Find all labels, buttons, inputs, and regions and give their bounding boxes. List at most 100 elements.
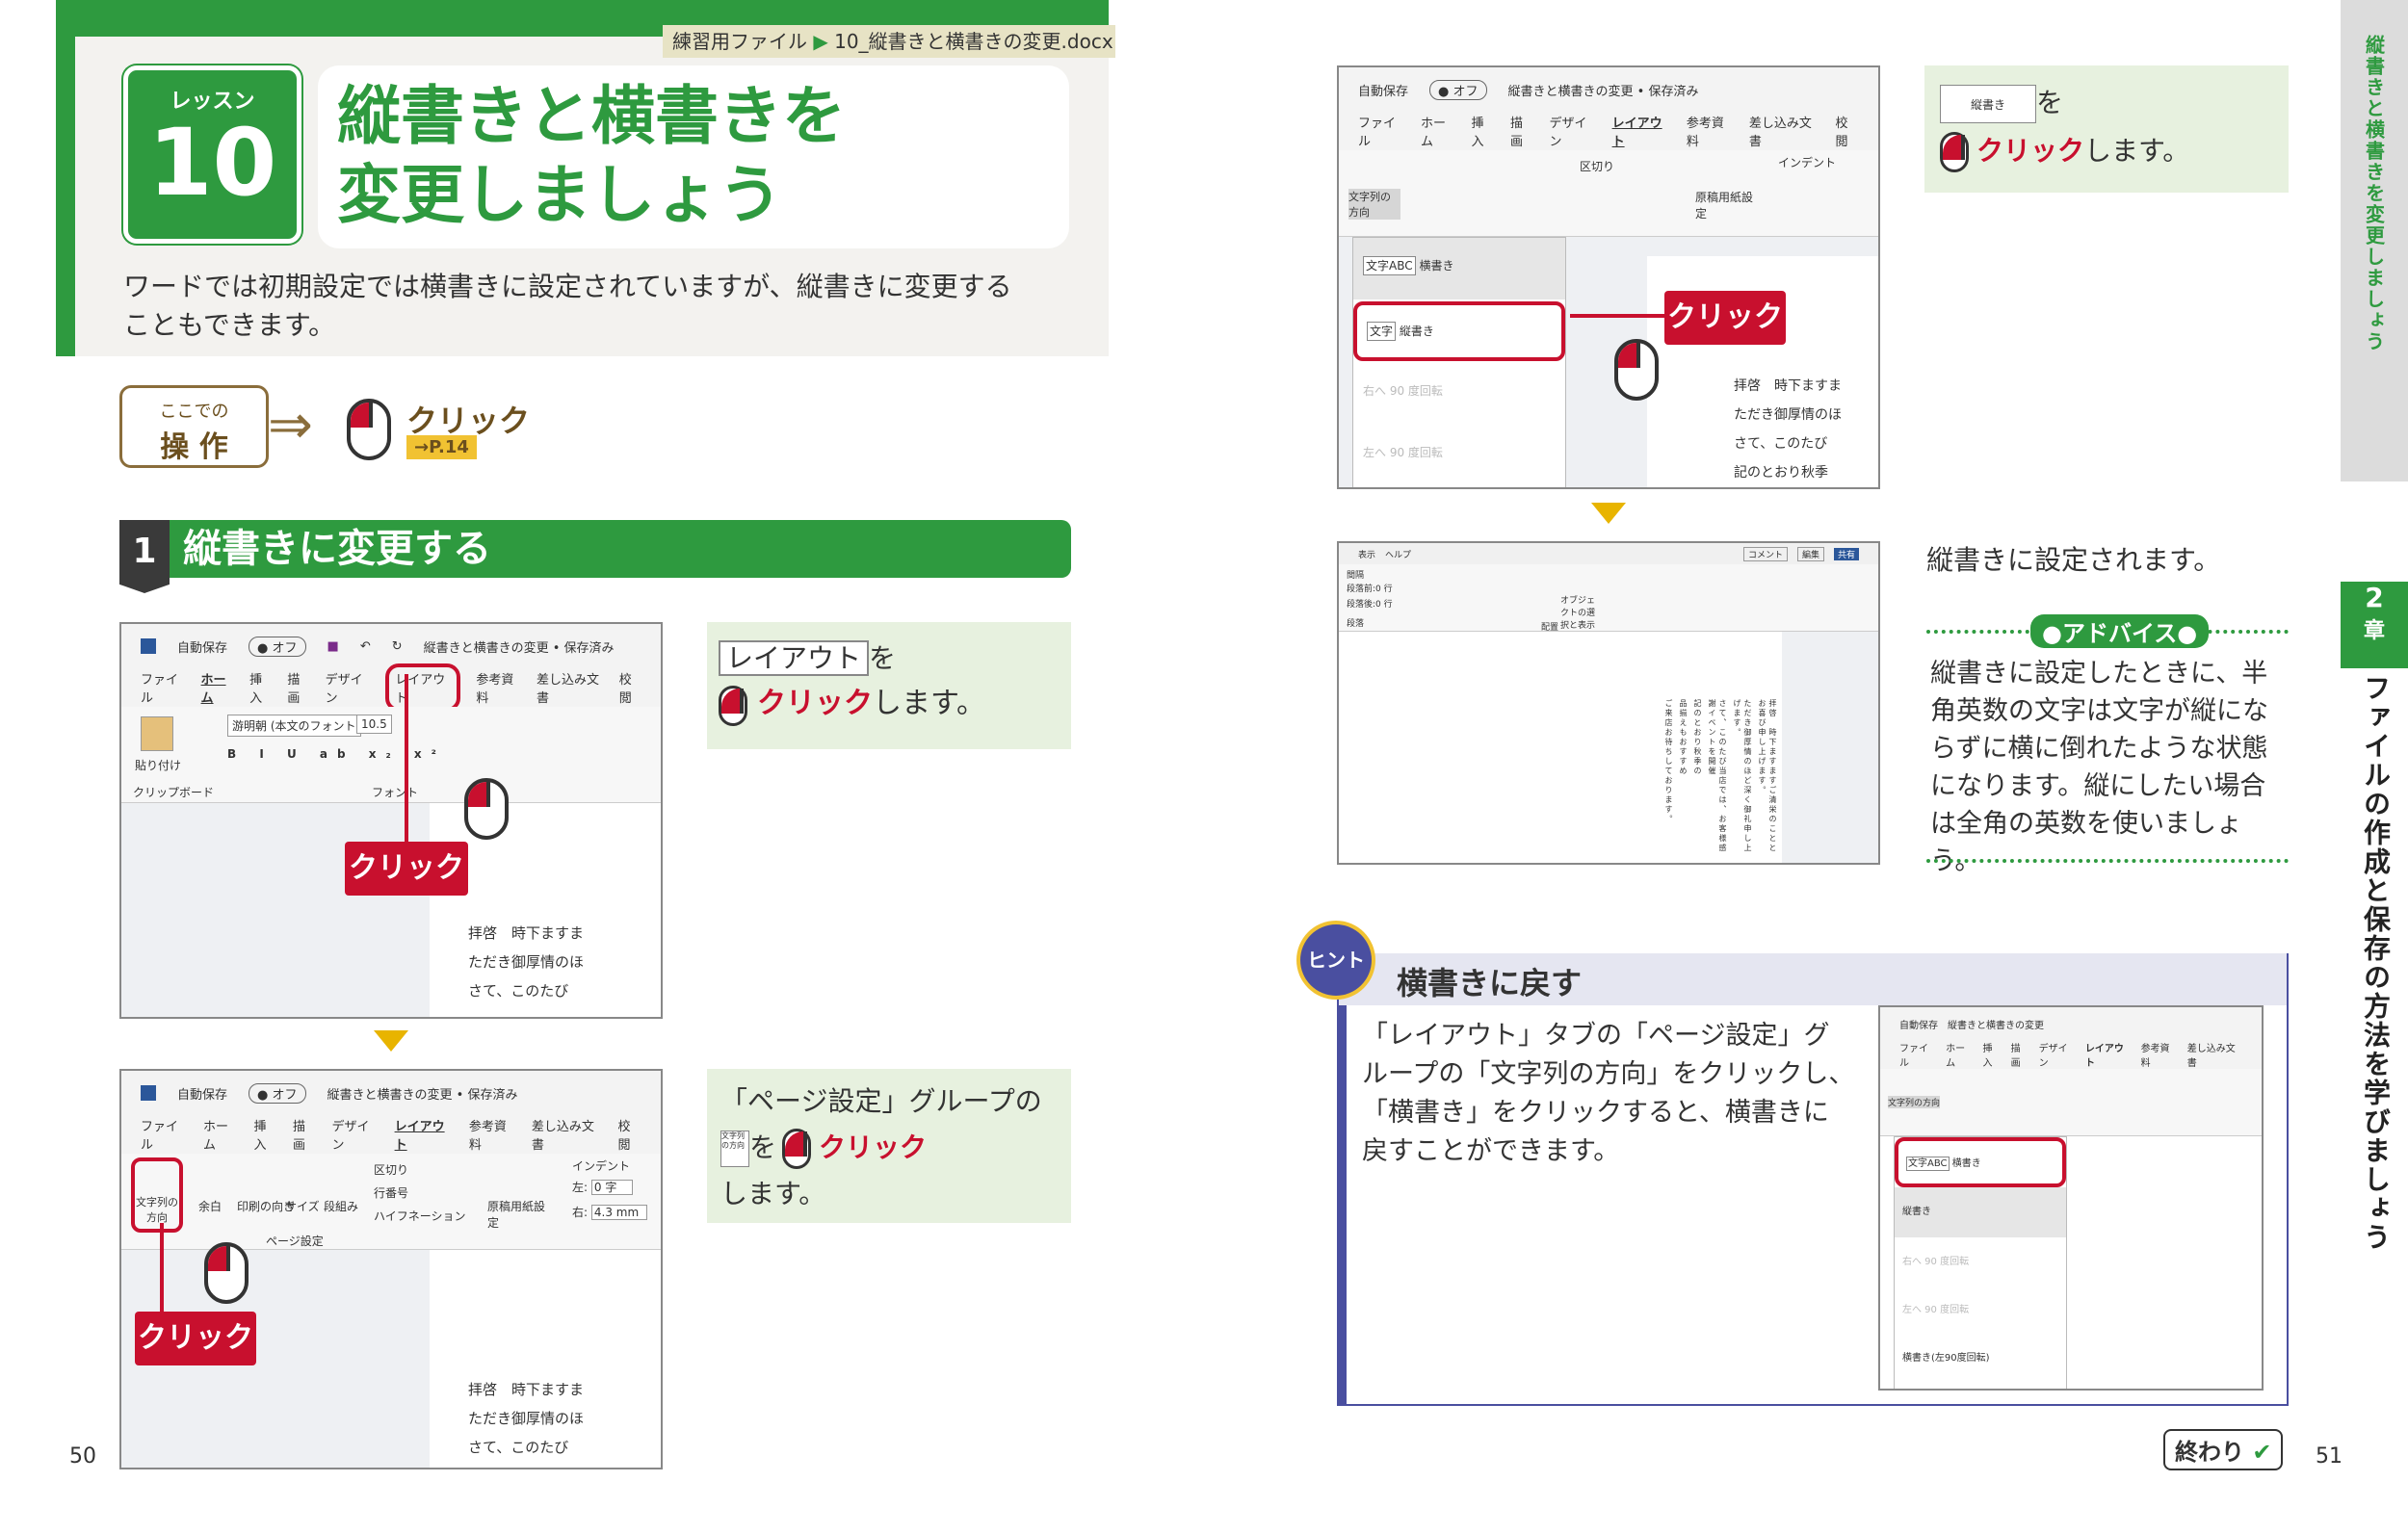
- title-bar: 自動保存 ● オフ 縦書きと横書きの変更 • 保存済み: [1339, 67, 1878, 112]
- hint-left-bar: [1339, 1005, 1347, 1404]
- text-direction-button[interactable]: 文字列の方向: [131, 1157, 183, 1233]
- tab-review[interactable]: 校閲: [619, 669, 641, 706]
- tab-mailings[interactable]: 差し込み文書: [2187, 1040, 2242, 1069]
- tab-file[interactable]: ファイル: [1358, 113, 1405, 149]
- body-line: 拝啓 時下ますま: [1734, 378, 1842, 394]
- layout-tab-key: レイアウト: [719, 640, 870, 676]
- indent-right-label: 右:: [572, 1206, 589, 1219]
- tab-home[interactable]: ホーム: [201, 669, 235, 706]
- font-group-label: フォント: [372, 786, 419, 799]
- menu-label: 縦書き: [1902, 1207, 1931, 1217]
- tab-file[interactable]: ファイル: [141, 1116, 188, 1153]
- tab-draw[interactable]: 描画: [1510, 113, 1534, 149]
- tab-insert[interactable]: 挿入: [1983, 1040, 2002, 1069]
- comment-button[interactable]: コメント: [1742, 546, 1788, 561]
- tab-mailings[interactable]: 差し込み文書: [537, 669, 604, 706]
- tab-layout[interactable]: レイアウト: [2085, 1040, 2132, 1069]
- page-sheet: 拝啓 時下ますま ただき御厚情のほ さて、このたび: [430, 1250, 661, 1468]
- tab-references[interactable]: 参考資料: [476, 669, 521, 706]
- tab-design[interactable]: デザイン: [332, 1116, 380, 1153]
- columns-button[interactable]: 段組み: [324, 1198, 358, 1214]
- breaks-button[interactable]: 区切り: [374, 1161, 408, 1178]
- tab-review[interactable]: 校閲: [1835, 113, 1859, 149]
- tab-layout[interactable]: レイアウト: [385, 663, 461, 712]
- autosave-toggle[interactable]: ● オフ: [249, 1082, 306, 1104]
- tab-insert[interactable]: 挿入: [1471, 113, 1495, 149]
- menu-item-vertical[interactable]: 文字 縦書き: [1353, 301, 1565, 361]
- tab-design[interactable]: デザイン: [2039, 1040, 2076, 1069]
- selection-pane-button[interactable]: オブジェクトの選択と表示: [1560, 593, 1599, 631]
- autosave-toggle[interactable]: ● オフ: [249, 636, 306, 657]
- tab-home[interactable]: ホーム: [1421, 113, 1455, 149]
- space-before-field[interactable]: 段落前:0 行: [1347, 582, 1393, 594]
- menu-item-rotate-right[interactable]: 右へ 90 度回転: [1895, 1237, 2066, 1286]
- paste-button[interactable]: [141, 716, 173, 751]
- save-icon[interactable]: ■: [327, 639, 339, 654]
- step1-callout: レイアウトを クリックします。: [707, 622, 1071, 749]
- tab-layout[interactable]: レイアウト: [1612, 113, 1671, 149]
- tab-insert[interactable]: 挿入: [253, 1116, 277, 1153]
- body-line: 拝啓 時下ますま: [468, 924, 585, 942]
- tab-home[interactable]: ホーム: [1946, 1040, 1973, 1069]
- tab-mailings[interactable]: 差し込み文書: [532, 1116, 603, 1153]
- autosave-toggle[interactable]: ● オフ: [1429, 79, 1487, 100]
- body-line: さて、このたび: [468, 982, 569, 1000]
- tab-file[interactable]: ファイル: [141, 669, 186, 706]
- tab-mailings[interactable]: 差し込み文書: [1749, 113, 1820, 149]
- tab-design[interactable]: デザイン: [326, 669, 371, 706]
- menu-item-horizontal[interactable]: 文字ABC 横書き: [1895, 1137, 2066, 1187]
- size-button[interactable]: サイズ: [285, 1198, 320, 1214]
- format-buttons[interactable]: B I U ab x₂ x²: [227, 747, 446, 761]
- autosave-label: 自動保存: [1899, 1020, 1938, 1031]
- space-after-field[interactable]: 段落後:0 行: [1347, 597, 1393, 610]
- small-ribbon: 間隔 段落前:0 行 段落後:0 行 段落 オブジェクトの選択と表示 配置: [1339, 564, 1878, 633]
- tab-insert[interactable]: 挿入: [249, 669, 272, 706]
- tab-layout[interactable]: レイアウト: [395, 1116, 454, 1153]
- tab-display[interactable]: 表示: [1358, 548, 1375, 560]
- step1-line1: レイアウトを: [719, 637, 1060, 680]
- hyphenation-button[interactable]: ハイフネーション: [374, 1208, 466, 1224]
- share-button[interactable]: 共有: [1833, 547, 1859, 560]
- tab-home[interactable]: ホーム: [203, 1116, 238, 1153]
- line-numbers-button[interactable]: 行番号: [374, 1184, 408, 1201]
- font-name-select[interactable]: 游明朝 (本文のフォント: [227, 715, 361, 737]
- menu-item-rotate-right[interactable]: 右へ 90 度回転: [1353, 361, 1565, 423]
- step3-action: クリック: [1976, 135, 2085, 167]
- menu-item-rotate-left[interactable]: 左へ 90 度回転: [1353, 423, 1565, 484]
- tab-references[interactable]: 参考資料: [2141, 1040, 2178, 1069]
- autosave-label: 自動保存: [177, 1087, 228, 1103]
- tab-references[interactable]: 参考資料: [1687, 113, 1734, 149]
- breaks-button[interactable]: 区切り: [1580, 158, 1614, 174]
- menu-item-horizontal[interactable]: 文字ABC 横書き: [1353, 238, 1565, 299]
- tab-draw[interactable]: 描画: [287, 669, 309, 706]
- body-line: 拝啓 時下ますま: [468, 1381, 585, 1398]
- step1-text: を: [869, 642, 897, 674]
- indent-right-field[interactable]: 右: 4.3 mm: [572, 1204, 648, 1220]
- tab-draw[interactable]: 描画: [2011, 1040, 2029, 1069]
- body-line: さて、このたび: [468, 1439, 569, 1456]
- manuscript-button[interactable]: 原稿用紙設定: [1695, 189, 1753, 221]
- tab-review[interactable]: 校閲: [617, 1116, 641, 1153]
- body-line: ただき御厚情のほ: [1734, 407, 1842, 423]
- redo-icon[interactable]: ↻: [392, 639, 403, 654]
- click-label: クリック: [345, 842, 468, 896]
- tab-file[interactable]: ファイル: [1899, 1040, 1936, 1069]
- tab-help[interactable]: ヘルプ: [1385, 548, 1411, 560]
- vertical-line: ただき御厚情のほど深く御礼申し上げます。: [1733, 699, 1752, 853]
- page-number-left: 50: [69, 1444, 96, 1469]
- menu-item-vertical[interactable]: 縦書き: [1895, 1187, 2066, 1237]
- font-size-select[interactable]: 10.5: [356, 715, 392, 734]
- menu-item-horizontal-rotated[interactable]: 横書き(左90度回転): [1895, 1334, 2066, 1384]
- margins-button[interactable]: 余白: [198, 1198, 222, 1214]
- edit-button[interactable]: 編集: [1796, 546, 1824, 561]
- text-direction-button[interactable]: 文字列の方向: [1888, 1096, 1941, 1108]
- indent-left-field[interactable]: 左: 0 字: [572, 1179, 634, 1195]
- menu-item-rotate-left[interactable]: 左へ 90 度回転: [1895, 1286, 2066, 1334]
- operation-page-ref: →P.14: [406, 435, 477, 459]
- text-direction-button[interactable]: 文字列の方向: [1348, 189, 1400, 220]
- tab-design[interactable]: デザイン: [1550, 113, 1597, 149]
- undo-icon[interactable]: ↶: [360, 639, 371, 654]
- tab-draw[interactable]: 描画: [293, 1116, 317, 1153]
- manuscript-button[interactable]: 原稿用紙設定: [487, 1198, 545, 1231]
- tab-references[interactable]: 参考資料: [469, 1116, 516, 1153]
